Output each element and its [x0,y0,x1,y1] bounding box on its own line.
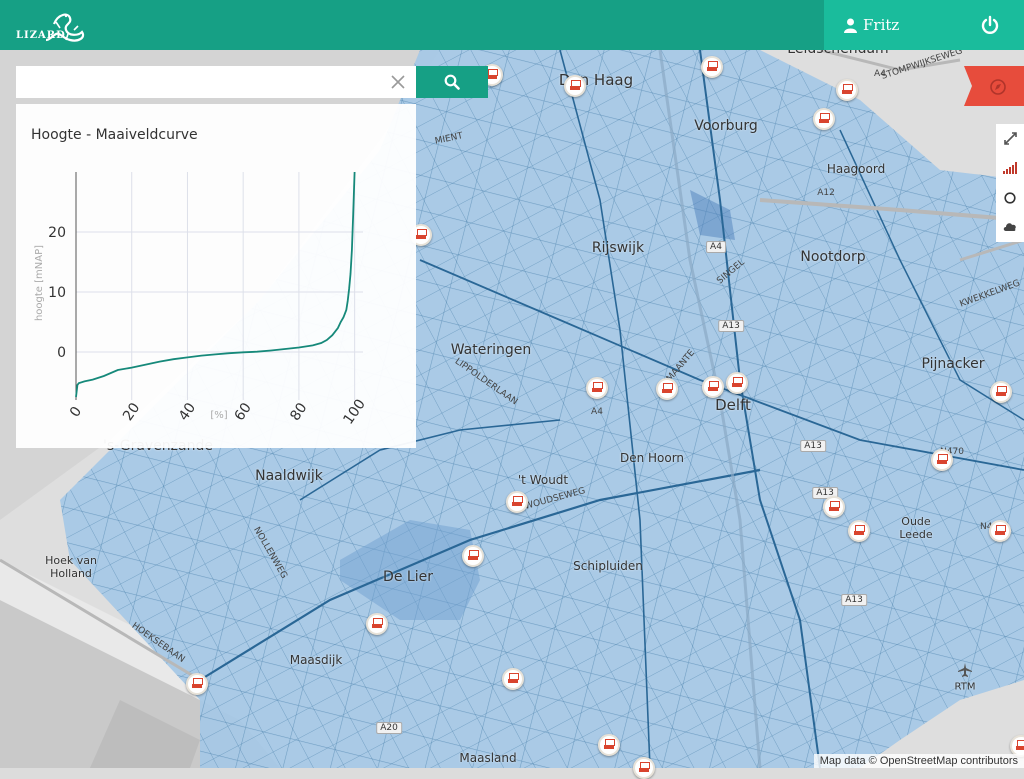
search-input[interactable] [16,66,416,98]
lizard-logo[interactable]: LIZARD [16,10,92,44]
place-label: Schipluiden [573,559,643,573]
compass-ribbon-button[interactable] [964,66,1024,106]
road-label: A4 [591,407,603,417]
top-bar: LIZARD Fritz [0,0,1024,50]
asset-marker[interactable] [564,75,586,97]
search-icon [444,74,460,90]
search-button[interactable] [416,66,488,98]
asset-marker[interactable] [506,491,528,513]
road-shield: A20 [376,722,402,734]
asset-marker[interactable] [823,496,845,518]
place-label: 't Woudt [517,473,569,487]
asset-marker[interactable] [366,613,388,635]
asset-marker[interactable] [186,673,208,695]
circle-icon [1004,192,1016,204]
road-shield: A13 [718,320,744,332]
signal-button[interactable] [996,154,1024,182]
user-menu-button[interactable]: Fritz [844,0,899,50]
asset-marker[interactable] [836,79,858,101]
y-tick-label: 20 [48,225,66,241]
chart-ticks: 0 20 40 60 80 100 0 10 20 [48,225,369,428]
logo-text: LIZARD [16,30,66,41]
chart-grid [76,172,363,400]
asset-marker[interactable] [848,520,870,542]
place-label: Naaldwijk [255,468,323,484]
asset-marker[interactable] [633,757,655,779]
weather-button[interactable] [996,212,1024,240]
x-tick-label: 100 [340,396,368,427]
place-label: Oude Leede [899,515,933,541]
place-label: Hoek van Holland [45,554,97,580]
fullscreen-button[interactable] [996,124,1024,152]
airport-icon [958,663,972,677]
road-shield: A4 [706,241,726,253]
asset-marker[interactable] [656,378,678,400]
curve-line [75,171,356,398]
asset-marker[interactable] [462,545,484,567]
map-attribution: Map data © OpenStreetMap contributors [813,754,1024,768]
asset-marker[interactable] [702,376,724,398]
cloud-icon [1003,223,1016,231]
place-label: Rijswijk [591,240,645,256]
x-tick-label: 80 [287,400,310,424]
signal-bars-icon [1003,162,1017,174]
asset-marker[interactable] [990,381,1012,403]
place-label: Maasland [459,751,517,765]
road-shield: A13 [841,594,867,606]
x-tick-label: 60 [232,400,255,424]
x-tick-label: 40 [176,400,199,424]
place-label: Delft [715,396,751,414]
asset-marker[interactable] [989,520,1011,542]
place-label: RTM [954,681,976,693]
circle-button[interactable] [996,184,1024,212]
curve-panel: Hoogte - Maaiveldcurve 0 20 40 60 80 100 0 10 20… [16,104,416,448]
asset-marker[interactable] [701,56,723,78]
y-axis-label: hoogte [mNAP] [34,245,45,321]
x-tick-label: 20 [120,400,143,424]
user-icon [844,18,857,33]
place-label: Maasdijk [289,653,343,667]
map-toolbar [996,124,1024,242]
asset-marker[interactable] [598,734,620,756]
place-label: Pijnacker [921,356,985,372]
y-tick-label: 0 [57,345,66,361]
y-tick-label: 10 [48,285,66,301]
place-label: Wateringen [450,342,532,358]
expand-icon [1003,131,1017,145]
user-area: Fritz [824,0,1024,50]
power-icon[interactable] [980,15,1000,35]
user-name: Fritz [863,16,900,34]
road-label: A12 [817,188,835,198]
asset-marker[interactable] [931,449,953,471]
x-axis-label: [%] [210,410,227,421]
asset-marker[interactable] [813,108,835,130]
asset-marker[interactable] [726,372,748,394]
road-shield: A13 [800,440,826,452]
place-label: Nootdorp [800,249,866,265]
place-label: De Lier [383,569,433,585]
place-label: Den Hoorn [619,451,685,465]
asset-marker[interactable] [586,377,608,399]
close-icon[interactable] [389,73,407,91]
x-tick-label: 0 [67,404,85,420]
place-label: Haagoord [826,162,886,176]
place-label: Voorburg [694,118,758,134]
curve-chart: 0 20 40 60 80 100 0 10 20 hoogte [mNAP] [%] [34,171,369,428]
asset-marker[interactable] [502,668,524,690]
